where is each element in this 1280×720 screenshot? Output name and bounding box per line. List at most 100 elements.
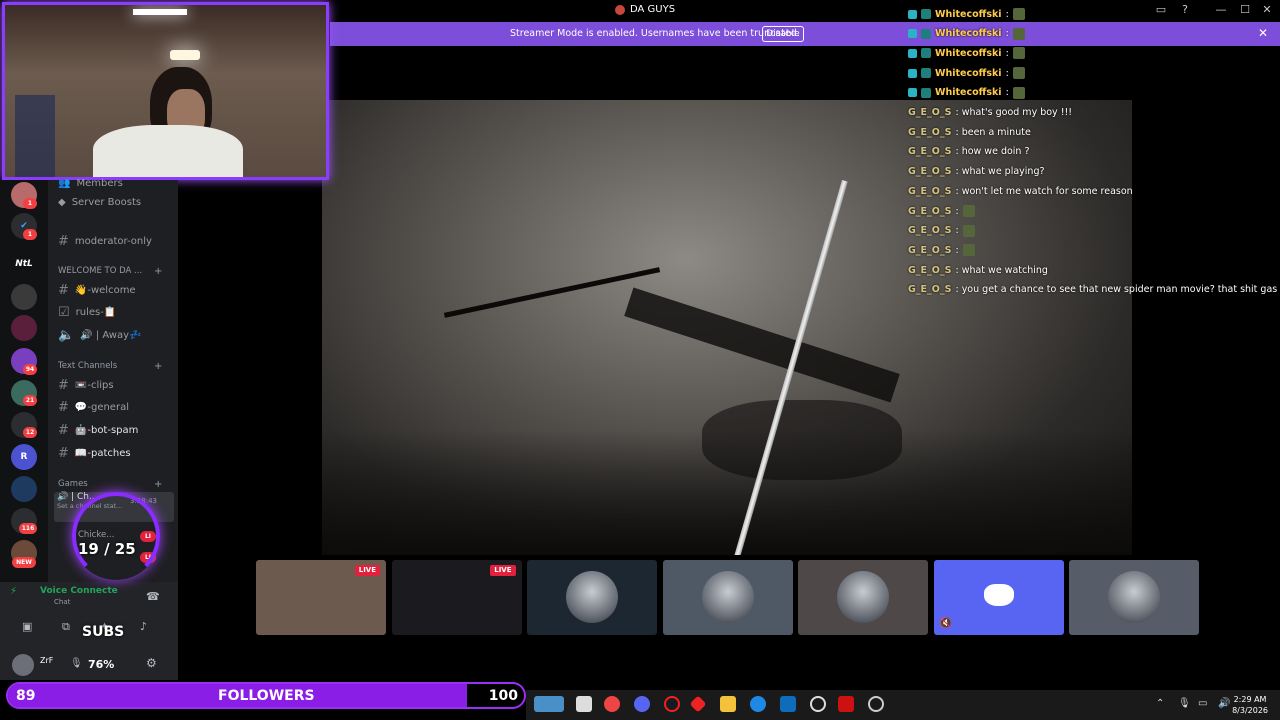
- user-tile-2[interactable]: [662, 560, 793, 635]
- new-badge: NEW: [12, 557, 36, 568]
- add-channel-icon[interactable]: +: [154, 266, 162, 277]
- speaker-icon: 🔈: [58, 327, 75, 343]
- voice-sub-status: Chat: [54, 598, 71, 606]
- stream-tile-2[interactable]: LIVE: [391, 560, 522, 635]
- participant-tiles: LIVE LIVE 🔇: [256, 560, 1201, 636]
- file-explorer-icon[interactable]: [576, 696, 592, 712]
- channel-patches[interactable]: # 📖-patches: [58, 444, 131, 462]
- chat-username[interactable]: G_E_O_S: [908, 146, 951, 157]
- username: ZrF: [40, 656, 54, 665]
- category-text-channels[interactable]: Text Channels +: [58, 361, 162, 372]
- mic-icon[interactable]: 🎙: [70, 658, 83, 669]
- followers-label: FOLLOWERS: [218, 688, 315, 704]
- hash-icon: #: [58, 233, 69, 249]
- server-icon[interactable]: [11, 315, 37, 341]
- hash-icon: #: [58, 282, 69, 298]
- obs-icon[interactable]: [810, 696, 826, 712]
- chat-username[interactable]: G_E_O_S: [908, 206, 951, 217]
- chat-username[interactable]: G_E_O_S: [908, 107, 951, 118]
- category-label: Text Channels: [58, 361, 118, 371]
- weather-icon[interactable]: [534, 696, 564, 712]
- user-tile-3[interactable]: [798, 560, 928, 635]
- hash-icon: #: [58, 445, 69, 461]
- tray-network-icon[interactable]: ▭: [1198, 698, 1207, 709]
- members-link[interactable]: 👥 Members: [58, 174, 123, 192]
- add-channel-icon[interactable]: +: [154, 361, 162, 372]
- chat-username[interactable]: G_E_O_S: [908, 186, 951, 197]
- chat-username[interactable]: Whitecoffski: [935, 48, 1002, 59]
- chat-username[interactable]: Whitecoffski: [935, 28, 1002, 39]
- participant-avatar: [701, 571, 754, 623]
- chat-message: G_E_O_S: what we playing?: [908, 164, 1045, 180]
- chat-emote-icon: [1012, 86, 1025, 99]
- server-ntl[interactable]: NtL: [11, 251, 37, 277]
- chat-badge-icon: [921, 68, 931, 79]
- boost-icon: ◆: [58, 196, 66, 208]
- disconnect-icon[interactable]: ☎: [146, 590, 160, 603]
- channel-general[interactable]: # 💬-general: [58, 398, 129, 416]
- streamer-mode-message: Streamer Mode is enabled. Usernames have…: [510, 28, 800, 39]
- server-icon[interactable]: [11, 284, 37, 310]
- app-icon[interactable]: [838, 696, 854, 712]
- stream-tile-1[interactable]: LIVE: [256, 560, 386, 635]
- user-tile-1[interactable]: [527, 560, 657, 635]
- chat-username[interactable]: Whitecoffski: [935, 9, 1002, 20]
- add-channel-icon[interactable]: +: [154, 479, 162, 490]
- screen-share-icon[interactable]: ⧉: [62, 620, 70, 634]
- clock-date: 8/3/2026: [1232, 706, 1268, 715]
- user-avatar[interactable]: [12, 654, 34, 676]
- settings-gear-icon[interactable]: ⚙: [146, 656, 157, 670]
- steam-icon[interactable]: [868, 696, 884, 712]
- channel-rules[interactable]: ☑ rules-📋: [58, 303, 116, 321]
- tray-mic-icon[interactable]: 🎙: [1178, 698, 1191, 709]
- hash-icon: #: [58, 377, 69, 393]
- chat-text: :: [955, 205, 959, 217]
- category-games[interactable]: Games +: [58, 479, 162, 490]
- chat-message: Whitecoffski:: [908, 45, 1025, 61]
- channel-bot-spam[interactable]: # 🤖-bot-spam: [58, 421, 138, 439]
- channel-moderator-only[interactable]: # moderator-only: [58, 232, 152, 250]
- user-tile-discord[interactable]: 🔇: [933, 560, 1064, 635]
- server-boosts-label: Server Boosts: [71, 196, 142, 208]
- video-off-icon[interactable]: ▣: [22, 620, 32, 633]
- channel-clips[interactable]: # 📼-clips: [58, 376, 114, 394]
- folder-icon[interactable]: [720, 696, 736, 712]
- chat-username[interactable]: G_E_O_S: [908, 284, 951, 295]
- category-welcome[interactable]: WELCOME TO DA ... +: [58, 266, 162, 277]
- server-boosts-link[interactable]: ◆ Server Boosts: [58, 193, 141, 211]
- chat-username[interactable]: G_E_O_S: [908, 127, 951, 138]
- help-app-icon[interactable]: [750, 696, 766, 712]
- outlook-icon[interactable]: [780, 696, 796, 712]
- chat-username[interactable]: G_E_O_S: [908, 245, 951, 256]
- chat-username[interactable]: G_E_O_S: [908, 265, 951, 276]
- chat-username[interactable]: Whitecoffski: [935, 68, 1002, 79]
- participant-avatar: [1108, 571, 1160, 623]
- chat-badge-icon: [921, 48, 931, 59]
- user-tile-4[interactable]: [1069, 560, 1199, 635]
- voice-connected-label: Voice Connecte: [40, 586, 118, 596]
- discord-icon[interactable]: [634, 696, 650, 712]
- chat-username[interactable]: G_E_O_S: [908, 225, 951, 236]
- channel-welcome[interactable]: # 👋-welcome: [58, 281, 136, 299]
- channel-label: 🤖-bot-spam: [74, 424, 139, 436]
- chat-username[interactable]: G_E_O_S: [908, 166, 951, 177]
- game-icon[interactable]: [689, 695, 707, 713]
- live-badge: LIVE: [490, 565, 516, 576]
- chat-emote-icon: [962, 205, 975, 217]
- server-icon[interactable]: R: [11, 444, 37, 470]
- chat-message: G_E_O_S: what's good my boy !!!: [908, 105, 1072, 121]
- taskbar-clock[interactable]: 2:29 AM 8/3/2026: [1232, 694, 1268, 716]
- chat-username[interactable]: Whitecoffski: [935, 87, 1002, 98]
- participant-avatar: [837, 571, 889, 623]
- soundboard-icon[interactable]: ♪: [140, 620, 147, 633]
- disable-streamer-mode-button[interactable]: Disable: [762, 26, 804, 42]
- browser-icon[interactable]: [604, 696, 620, 712]
- server-icon[interactable]: [11, 476, 37, 502]
- chat-badge-icon: [908, 29, 917, 39]
- followers-goal: 100: [488, 688, 518, 704]
- tray-chevron-icon[interactable]: ⌃: [1156, 698, 1164, 709]
- subs-label: SUBS: [82, 624, 125, 640]
- tray-volume-icon[interactable]: 🔊: [1218, 698, 1230, 709]
- opera-icon[interactable]: [664, 696, 680, 712]
- channel-away[interactable]: 🔈 🔊 | Away💤: [58, 326, 141, 344]
